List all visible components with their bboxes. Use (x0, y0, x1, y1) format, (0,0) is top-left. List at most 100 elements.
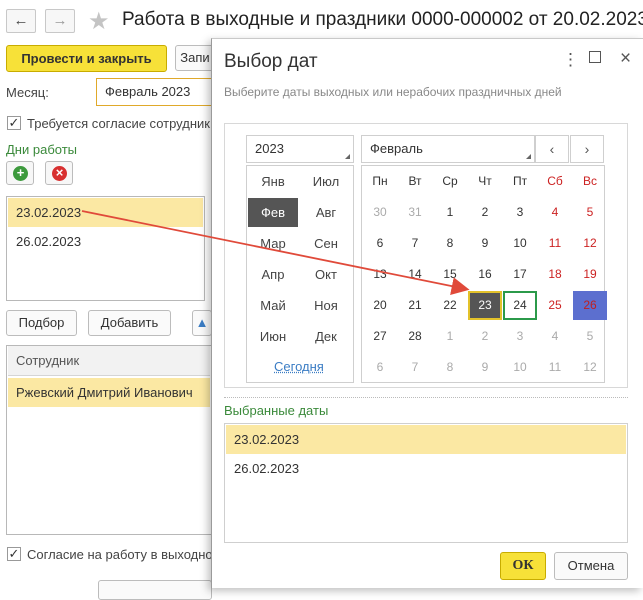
weekday-header: Ср (442, 174, 458, 188)
day-cell[interactable]: 7 (398, 229, 432, 258)
month-cell[interactable]: Дек (301, 322, 351, 351)
work-days-list[interactable]: 23.02.2023 26.02.2023 (6, 196, 205, 301)
more-menu-icon[interactable]: ⋮ (562, 50, 579, 70)
month-cell[interactable]: Май (248, 291, 298, 320)
day-cell[interactable]: 31 (398, 198, 432, 227)
day-cell[interactable]: 6 (363, 353, 397, 382)
month-input[interactable]: Февраль 2023 (96, 78, 216, 106)
weekday-header: Чт (478, 174, 492, 188)
day-cell[interactable]: 1 (433, 322, 467, 351)
day-cell[interactable]: 9 (468, 229, 502, 258)
close-icon: × (52, 166, 67, 181)
day-cell[interactable]: 12 (573, 353, 607, 382)
list-item[interactable]: 26.02.2023 (226, 454, 626, 483)
arrow-up-icon: ▲ (195, 315, 209, 330)
day-cell[interactable]: 8 (433, 353, 467, 382)
month-value: Февраль (370, 141, 423, 156)
day-cell[interactable]: 28 (398, 322, 432, 351)
ok-button[interactable]: ОК (500, 552, 546, 580)
month-cell[interactable]: Авг (301, 198, 351, 227)
table-row[interactable]: Ржевский Дмитрий Иванович (8, 378, 210, 407)
forward-button[interactable]: → (45, 9, 75, 33)
day-cell[interactable]: 23 (468, 291, 502, 320)
weekday-header: Вс (582, 174, 597, 188)
add-day-button[interactable]: + (6, 161, 34, 185)
month-cell[interactable]: Окт (301, 260, 351, 289)
day-cell[interactable]: 5 (573, 322, 607, 351)
day-cell[interactable]: 1 (433, 198, 467, 227)
list-item[interactable]: 23.02.2023 (226, 425, 626, 454)
day-cell[interactable]: 8 (433, 229, 467, 258)
day-cell[interactable]: 2 (468, 322, 502, 351)
post-and-close-button[interactable]: Провести и закрыть (6, 45, 167, 72)
day-cell[interactable]: 9 (468, 353, 502, 382)
day-cell[interactable]: 12 (573, 229, 607, 258)
close-icon[interactable]: × (620, 48, 631, 70)
day-cell[interactable]: 3 (503, 322, 537, 351)
day-cell[interactable]: 4 (538, 322, 572, 351)
day-cell[interactable]: 5 (573, 198, 607, 227)
plus-icon: + (13, 166, 28, 181)
month-cell[interactable]: Ноя (301, 291, 351, 320)
day-cell[interactable]: 19 (573, 260, 607, 289)
consent-required-checkbox[interactable]: ✓ (7, 116, 21, 130)
month-cell[interactable]: Мар (248, 229, 298, 258)
month-cell[interactable]: Июл (301, 167, 351, 196)
list-item[interactable]: 23.02.2023 (8, 198, 203, 227)
day-cell[interactable]: 11 (538, 229, 572, 258)
partial-bottom-button[interactable] (98, 580, 212, 600)
consent-bottom-checkbox[interactable]: ✓ (7, 547, 21, 561)
day-cell[interactable]: 27 (363, 322, 397, 351)
month-cell[interactable]: Сен (301, 229, 351, 258)
pick-button[interactable]: Подбор (6, 310, 77, 336)
write-button[interactable]: Запи (175, 45, 215, 71)
day-cell[interactable]: 4 (538, 198, 572, 227)
cancel-button[interactable]: Отмена (554, 552, 628, 580)
document-title: Работа в выходные и праздники 0000-00000… (122, 9, 643, 30)
day-cell[interactable]: 30 (363, 198, 397, 227)
work-days-label: Дни работы (6, 142, 78, 157)
selected-dates-label: Выбранные даты (224, 403, 329, 418)
day-cell[interactable]: 13 (363, 260, 397, 289)
month-cell[interactable]: Янв (248, 167, 298, 196)
day-cell[interactable]: 2 (468, 198, 502, 227)
day-cell[interactable]: 26 (573, 291, 607, 320)
maximize-icon[interactable] (589, 51, 601, 63)
list-item[interactable]: 26.02.2023 (8, 227, 203, 256)
day-cell[interactable]: 22 (433, 291, 467, 320)
employee-column-header[interactable]: Сотрудник (8, 346, 210, 376)
day-cell[interactable]: 10 (503, 353, 537, 382)
add-button[interactable]: Добавить (88, 310, 171, 336)
day-cell[interactable]: 10 (503, 229, 537, 258)
favorite-star-icon[interactable]: ★ (88, 7, 110, 36)
day-cell[interactable]: 25 (538, 291, 572, 320)
day-cell[interactable]: 7 (398, 353, 432, 382)
day-cell[interactable]: 24 (503, 291, 537, 320)
day-cell[interactable]: 16 (468, 260, 502, 289)
next-month-button[interactable]: › (570, 135, 604, 163)
dialog-hint: Выберите даты выходных или нерабочих пра… (224, 85, 562, 99)
month-cell[interactable]: Апр (248, 260, 298, 289)
month-select[interactable]: Февраль (361, 135, 535, 163)
back-button[interactable]: ← (6, 9, 36, 33)
day-cell[interactable]: 21 (398, 291, 432, 320)
day-cell[interactable]: 11 (538, 353, 572, 382)
year-select[interactable]: 2023 (246, 135, 354, 163)
day-cell[interactable]: 3 (503, 198, 537, 227)
month-cell[interactable]: Фев (248, 198, 298, 227)
date-picker-dialog: Выбор дат ⋮ × Выберите даты выходных или… (211, 38, 643, 588)
day-cell[interactable]: 15 (433, 260, 467, 289)
today-link[interactable]: Сегодня (274, 359, 324, 374)
day-cell[interactable]: 17 (503, 260, 537, 289)
prev-month-button[interactable]: ‹ (535, 135, 569, 163)
month-cell[interactable]: Июн (248, 322, 298, 351)
day-cell[interactable]: 14 (398, 260, 432, 289)
day-cell[interactable]: 20 (363, 291, 397, 320)
delete-day-button[interactable]: × (45, 161, 73, 185)
day-cell[interactable]: 6 (363, 229, 397, 258)
day-cell[interactable]: 18 (538, 260, 572, 289)
separator (224, 397, 628, 398)
selected-dates-list[interactable]: 23.02.2023 26.02.2023 (224, 423, 628, 543)
employees-table[interactable]: Сотрудник Ржевский Дмитрий Иванович (6, 345, 212, 535)
move-up-button[interactable]: ▲ (192, 310, 212, 336)
